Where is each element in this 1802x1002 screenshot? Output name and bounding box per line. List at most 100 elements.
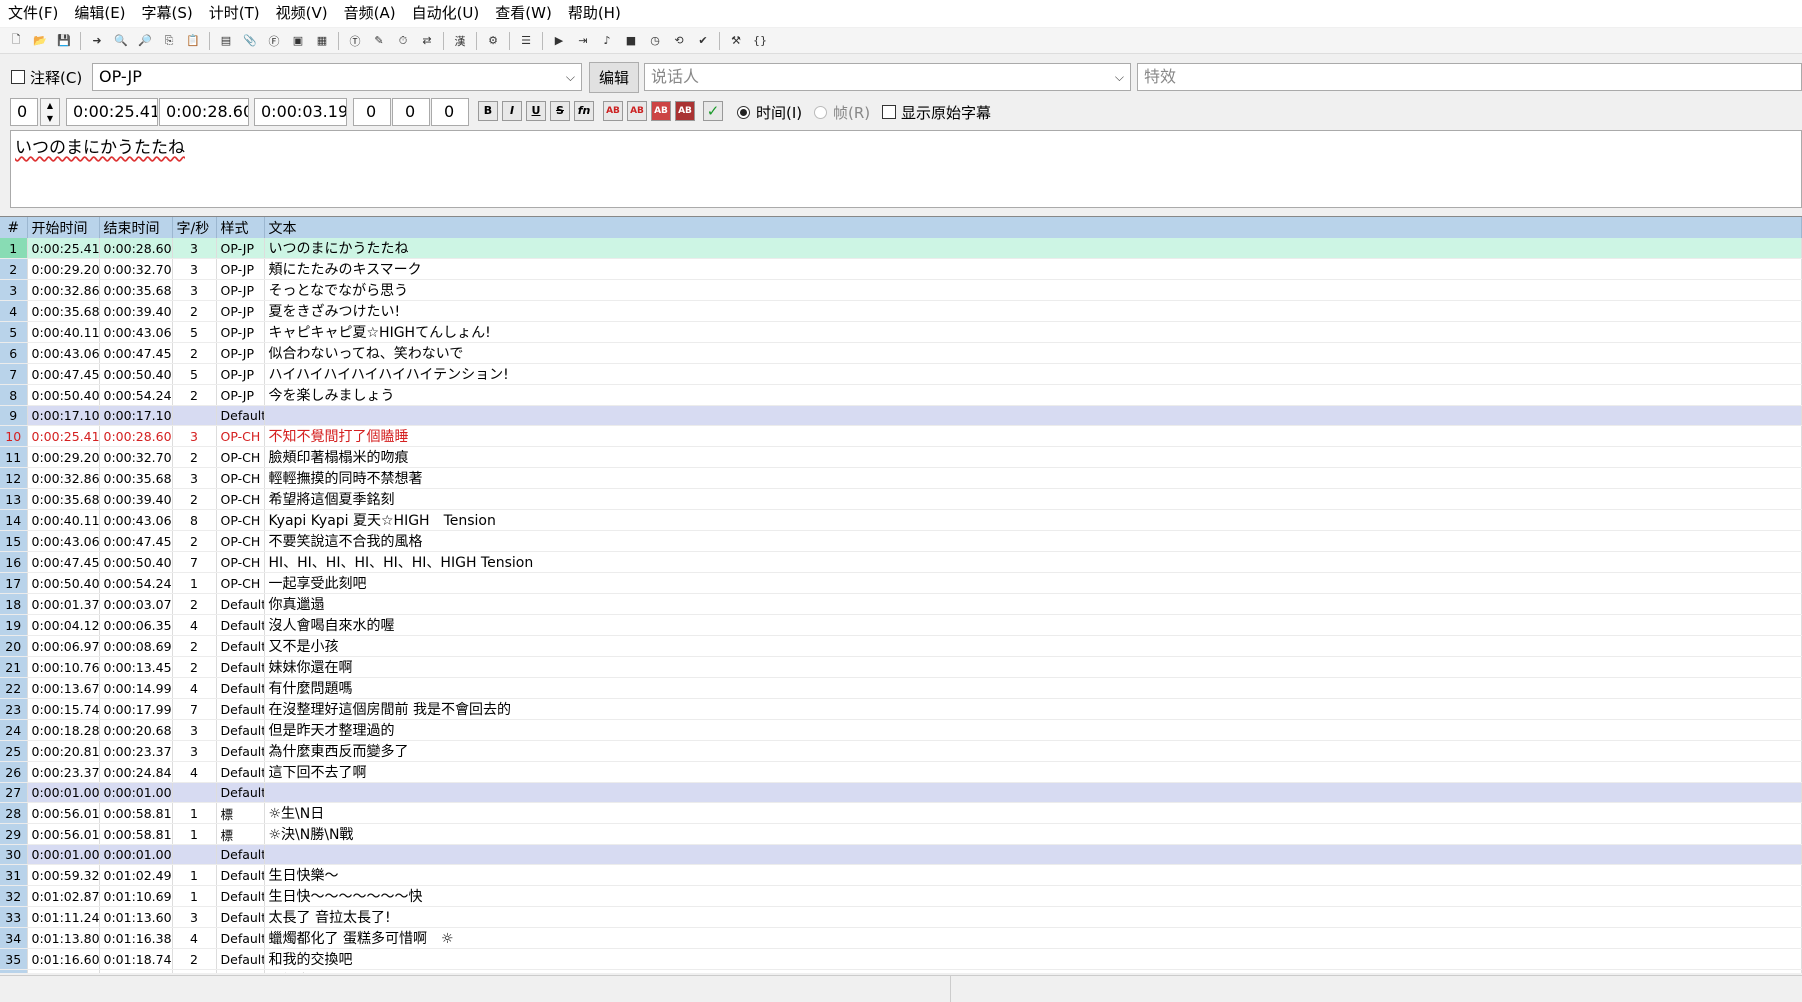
table-row[interactable]: 1 0:00:25.41 0:00:28.60 3 OP-JP いつのまにかうたたね [0,238,1802,259]
table-row[interactable]: 12 0:00:32.86 0:00:35.68 3 OP-CH 輕輕撫摸的同時不禁想著 [0,467,1802,489]
video-icon[interactable]: ▶ [549,31,569,51]
table-row[interactable]: 11 0:00:29.20 0:00:32.70 2 OP-CH 臉頰印著榻榻米的吻痕 [0,446,1802,468]
audio-icon[interactable]: ♪ [597,31,617,51]
attachments-icon[interactable]: 📎 [240,31,260,51]
commit-check-icon[interactable]: ✓ [703,101,723,121]
font-button[interactable]: fn [574,101,594,121]
margin-left-field[interactable]: 0 [353,98,391,126]
clock-icon[interactable]: ◷ [645,31,665,51]
resample-icon[interactable]: ⟲ [669,31,689,51]
show-original-checkbox[interactable] [882,105,896,119]
table-row[interactable]: 31 0:00:59.32 0:01:02.49 1 Default 生日快樂～ [0,864,1802,886]
grid-header-cell[interactable]: 字/秒 [172,217,217,238]
table-row[interactable]: 24 0:00:18.28 0:00:20.68 3 Default 但是昨天才整理過的 [0,719,1802,741]
table-row[interactable]: 10 0:00:25.41 0:00:28.60 3 OP-CH 不知不覺間打了個瞌睡 [0,425,1802,447]
table-row[interactable]: 32 0:01:02.87 0:01:10.69 1 Default 生日快～～～～～～～… [0,885,1802,907]
italic-button[interactable]: I [502,101,522,121]
fonts-icon[interactable]: Ⓕ [264,31,284,51]
effect-field[interactable]: 特效 [1137,63,1802,91]
translation-icon[interactable]: Ⓣ [345,31,365,51]
copy-icon[interactable]: ⎘ [159,31,179,51]
properties-icon[interactable]: ▦ [312,31,332,51]
table-row[interactable]: 16 0:00:47.45 0:00:50.40 7 OP-CH HI、HI、HI、HI、… [0,551,1802,573]
menu-item[interactable]: 查看(W) [487,0,560,27]
margin-vertical-field[interactable]: 0 [431,98,469,126]
primary-color-button[interactable]: AB [603,101,623,121]
table-row[interactable]: 3 0:00:32.86 0:00:35.68 3 OP-JP そっとなでながら思う [0,279,1802,301]
check-icon[interactable]: ✔ [693,31,713,51]
menu-item[interactable]: 计时(T) [201,0,268,27]
table-row[interactable]: 28 0:00:56.01 0:00:58.81 1 標 ☼生\N日 [0,802,1802,824]
time-radio[interactable] [737,106,750,119]
paste-icon[interactable]: 📋 [183,31,203,51]
macro-icon[interactable]: {} [750,31,770,51]
table-row[interactable]: 4 0:00:35.68 0:00:39.40 2 OP-JP 夏をきざみつけたい! [0,300,1802,322]
new-file-icon[interactable]: 🗋 [6,31,26,51]
grid-header-cell[interactable]: 开始时间 [27,217,100,238]
save-icon[interactable]: 💾 [54,31,74,51]
table-row[interactable]: 15 0:00:43.06 0:00:47.45 2 OP-CH 不要笑說這不合我的風格 [0,530,1802,552]
layer-spinner[interactable]: 0 [10,98,38,126]
kanji-timer-icon[interactable]: 漢 [450,31,470,51]
frame-radio[interactable] [814,106,827,119]
start-time-field[interactable]: 0:00:25.41 [66,98,158,126]
table-row[interactable]: 27 0:00:01.00 0:00:01.00 Default [0,782,1802,803]
table-row[interactable]: 6 0:00:43.06 0:00:47.45 2 OP-JP 似合わないってね、笑わない… [0,342,1802,364]
table-row[interactable]: 360:01:18.910:01:19.865Default不好意思啊 [0,969,1802,973]
style-manager-icon[interactable]: ▤ [216,31,236,51]
grid-header-cell[interactable]: # [0,217,28,238]
table-row[interactable]: 20 0:00:06.97 0:00:08.69 2 Default 又不是小孩 [0,635,1802,657]
grid-header-cell[interactable]: 样式 [216,217,265,238]
underline-button[interactable]: U [526,101,546,121]
stop-icon[interactable]: ■ [621,31,641,51]
menu-item[interactable]: 自动化(U) [404,0,488,27]
find-replace-icon[interactable]: 🔎 [135,31,155,51]
strikeout-button[interactable]: S [550,101,570,121]
table-row[interactable]: 34 0:01:13.80 0:01:16.38 4 Default 蠟燭都化了 蛋糕多可… [0,927,1802,949]
table-row[interactable]: 21 0:00:10.76 0:00:13.45 2 Default 妹妹你還在啊 [0,656,1802,678]
layer-stepper[interactable]: ▲ ▼ [40,98,60,126]
automation-icon[interactable]: ⚙ [483,31,503,51]
subtitle-grid[interactable]: # 开始时间 结束时间 字/秒 样式 文本 1 0:00:25.41 0:00:28.60 3 O… [0,216,1802,973]
resolution-icon[interactable]: ▣ [288,31,308,51]
shadow-color-button[interactable]: AB [675,101,695,121]
menu-item[interactable]: 文件(F) [0,0,66,27]
duration-field[interactable]: 0:00:03.19 [254,98,347,126]
tools-icon[interactable]: ⚒ [726,31,746,51]
grid-header-cell[interactable]: 结束时间 [99,217,173,238]
menu-item[interactable]: 音频(A) [336,0,404,27]
subtitle-text-editor[interactable]: いつのまにかうたたね [10,130,1802,208]
shift-times-icon[interactable]: ⇄ [417,31,437,51]
menu-item[interactable]: 字幕(S) [134,0,201,27]
table-row[interactable]: 7 0:00:47.45 0:00:50.40 5 OP-JP ハイハイハイハイハイハイテ… [0,363,1802,385]
table-row[interactable]: 26 0:00:23.37 0:00:24.84 4 Default 這下回不去了啊 [0,761,1802,783]
outline-color-button[interactable]: AB [651,101,671,121]
actor-dropdown[interactable]: 说话人 ⌵ [644,63,1131,91]
table-row[interactable]: 8 0:00:50.40 0:00:54.24 2 OP-JP 今を楽しみましょう [0,384,1802,406]
edit-style-button[interactable]: 编辑 [589,62,639,93]
table-row[interactable]: 29 0:00:56.01 0:00:58.81 1 標 ☼決\N勝\N戰 [0,823,1802,845]
grid-header-cell[interactable]: 文本 [264,217,1802,238]
table-row[interactable]: 14 0:00:40.11 0:00:43.06 8 OP-CH Kyapi Kyapi … [0,509,1802,531]
table-row[interactable]: 35 0:01:16.60 0:01:18.74 2 Default 和我的交換吧 [0,948,1802,970]
menu-item[interactable]: 视频(V) [268,0,336,27]
bold-button[interactable]: B [478,101,498,121]
table-row[interactable]: 19 0:00:04.12 0:00:06.35 4 Default 沒人會喝自來水的喔 [0,614,1802,636]
timing-icon[interactable]: ⏱ [393,31,413,51]
open-file-icon[interactable]: 📂 [30,31,50,51]
table-row[interactable]: 13 0:00:35.68 0:00:39.40 2 OP-CH 希望將這個夏季銘刻 [0,488,1802,510]
table-row[interactable]: 18 0:00:01.37 0:00:03.07 2 Default 你真邋遢 [0,593,1802,615]
table-row[interactable]: 5 0:00:40.11 0:00:43.06 5 OP-JP キャピキャピ夏☆HIGHて… [0,321,1802,343]
menu-item[interactable]: 帮助(H) [560,0,629,27]
table-row[interactable]: 22 0:00:13.67 0:00:14.99 4 Default 有什麼問題嗎 [0,677,1802,699]
margin-right-field[interactable]: 0 [392,98,430,126]
spellcheck-icon[interactable]: ✎ [369,31,389,51]
jump-icon[interactable]: ➜ [87,31,107,51]
table-row[interactable]: 30 0:00:01.00 0:00:01.00 Default [0,844,1802,865]
select-lines-icon[interactable]: ☰ [516,31,536,51]
style-dropdown[interactable]: OP-JP ⌵ [92,63,582,91]
secondary-color-button[interactable]: AB [627,101,647,121]
table-row[interactable]: 33 0:01:11.24 0:01:13.60 3 Default 太長了 音拉太長了! [0,906,1802,928]
table-row[interactable]: 23 0:00:15.74 0:00:17.99 7 Default 在沒整理好這個房間前… [0,698,1802,720]
seek-icon[interactable]: ⇥ [573,31,593,51]
